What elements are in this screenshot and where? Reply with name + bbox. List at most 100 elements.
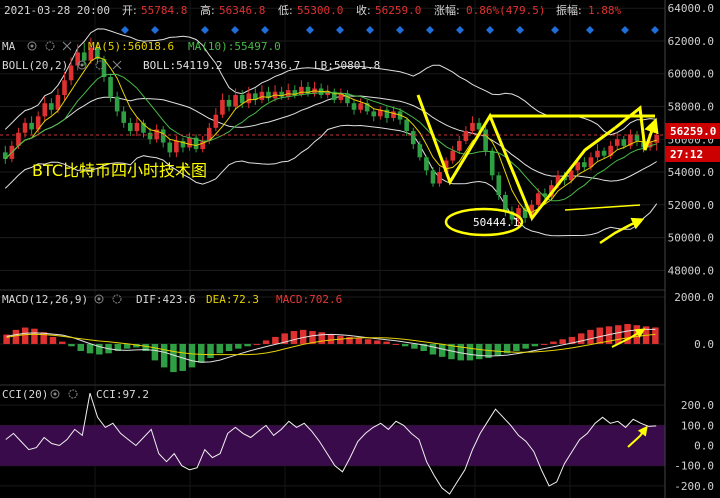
change-label: 涨幅: bbox=[434, 4, 460, 17]
candle bbox=[154, 124, 159, 143]
ma-legend: MA MA(5):56018.6 MA(10):55497.0 bbox=[2, 40, 281, 53]
low-value: 55300.0 bbox=[297, 4, 343, 17]
candle-body bbox=[220, 99, 225, 115]
close-label: 收: bbox=[356, 3, 371, 17]
candle bbox=[226, 95, 232, 112]
candle-body bbox=[522, 208, 528, 218]
candle bbox=[292, 85, 298, 99]
candle bbox=[285, 83, 291, 100]
ma10-value: MA(10):55497.0 bbox=[188, 40, 281, 53]
y-tick-label: 200.0 bbox=[681, 399, 714, 412]
macd-bar bbox=[31, 328, 38, 344]
candle bbox=[628, 129, 633, 150]
candle bbox=[68, 57, 74, 86]
candle bbox=[582, 157, 587, 171]
candle bbox=[213, 108, 219, 132]
candle-body bbox=[463, 131, 469, 141]
candle-body bbox=[134, 122, 140, 132]
grid-lines bbox=[0, 0, 665, 498]
y-tick-label: 58000.0 bbox=[668, 100, 714, 113]
candle bbox=[49, 98, 54, 115]
y-tick-label: 64000.0 bbox=[668, 2, 714, 15]
candle-body bbox=[450, 150, 456, 161]
signal-marker bbox=[201, 26, 209, 34]
candle bbox=[29, 116, 34, 135]
cci-overbought-oversold-band bbox=[0, 425, 665, 466]
gear-icon[interactable] bbox=[112, 294, 122, 304]
candle-body bbox=[417, 144, 423, 158]
candle-body bbox=[174, 140, 179, 153]
macd-bar bbox=[160, 343, 168, 368]
candle-body bbox=[160, 129, 166, 143]
signal-marker bbox=[426, 26, 434, 34]
candle bbox=[253, 88, 258, 105]
candle-body bbox=[621, 139, 627, 146]
boll-lb-value: LB:50801.8 bbox=[314, 59, 380, 72]
macd-bar bbox=[355, 338, 363, 344]
signal-marker bbox=[586, 26, 594, 34]
close-icon[interactable] bbox=[62, 41, 72, 51]
candle bbox=[378, 106, 383, 120]
candle-body bbox=[259, 91, 265, 100]
macd-bar bbox=[49, 336, 57, 344]
candle bbox=[364, 99, 370, 115]
chart-canvas: 64000.062000.060000.058000.056000.054000… bbox=[0, 0, 720, 498]
y-tick-label: 62000.0 bbox=[668, 35, 714, 48]
macd-lines bbox=[6, 328, 656, 363]
y-tick-label: 50000.0 bbox=[668, 232, 714, 245]
candle-body bbox=[430, 170, 436, 184]
candle-body bbox=[167, 142, 173, 153]
candle-body bbox=[614, 139, 620, 146]
macd-bar bbox=[438, 343, 446, 357]
close-value: 56259.0 bbox=[375, 4, 421, 17]
macd-bar bbox=[216, 343, 224, 354]
ma-label: MA bbox=[2, 40, 16, 53]
countdown-text: 27:12 bbox=[670, 148, 703, 161]
candle bbox=[450, 145, 456, 164]
signal-marker bbox=[366, 26, 374, 34]
close-icon[interactable] bbox=[112, 60, 122, 70]
y-tick-label: 52000.0 bbox=[668, 199, 714, 212]
boll-ub-value: UB:57436.7 bbox=[234, 59, 300, 72]
macd-legend: MACD(12,26,9) DIF:423.6 DEA:72.3 MACD:70… bbox=[2, 293, 342, 306]
candle bbox=[55, 88, 61, 114]
macd-bar bbox=[337, 335, 344, 344]
candle bbox=[384, 106, 390, 123]
eye-icon[interactable] bbox=[27, 41, 37, 51]
candle-body bbox=[29, 122, 34, 130]
candle-body bbox=[108, 77, 113, 97]
macd-bar bbox=[86, 343, 94, 354]
eye-icon[interactable] bbox=[94, 294, 104, 304]
signal-marker bbox=[651, 26, 659, 34]
macd-bar bbox=[198, 343, 205, 363]
signal-marker bbox=[551, 26, 559, 34]
signal-marker bbox=[336, 26, 344, 34]
candle bbox=[595, 144, 600, 161]
candle bbox=[193, 134, 199, 153]
candle-body bbox=[128, 122, 133, 132]
candle-body bbox=[351, 103, 357, 110]
macd-bar bbox=[290, 331, 298, 344]
y-tick-label: 48000.0 bbox=[668, 264, 714, 277]
macd-bar bbox=[401, 343, 409, 347]
macd-bar bbox=[77, 343, 85, 351]
candle bbox=[338, 88, 344, 104]
candle-body bbox=[81, 52, 87, 61]
gear-icon[interactable] bbox=[68, 389, 78, 399]
candle bbox=[9, 140, 15, 163]
candle-body bbox=[391, 111, 396, 118]
macd-bar bbox=[327, 334, 335, 344]
candle bbox=[601, 147, 607, 159]
candle bbox=[305, 81, 311, 97]
gear-icon[interactable] bbox=[45, 41, 55, 51]
macd-bar bbox=[513, 343, 520, 351]
signal-marker bbox=[516, 26, 524, 34]
candle-body bbox=[299, 86, 304, 96]
trend-annotations bbox=[416, 94, 659, 448]
signal-marker bbox=[456, 26, 464, 34]
signal-marker bbox=[231, 26, 239, 34]
candle-body bbox=[42, 103, 48, 117]
macd-bar bbox=[615, 325, 622, 344]
signal-markers bbox=[121, 26, 659, 34]
eye-icon[interactable] bbox=[50, 389, 60, 399]
